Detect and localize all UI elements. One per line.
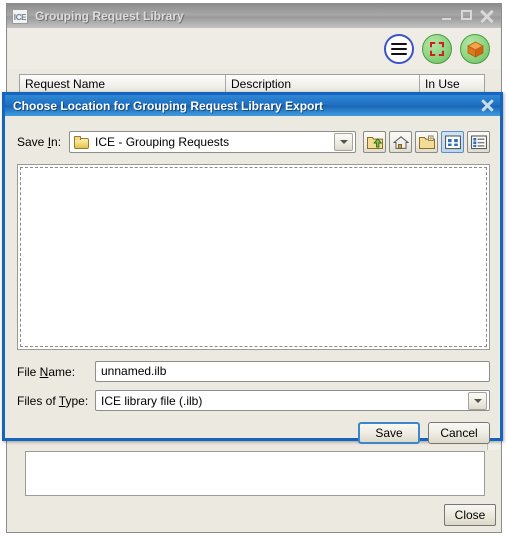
files-of-type-label: Files of Type: [17, 393, 89, 408]
save-in-label: Save In: [17, 135, 62, 149]
file-list-focus-area[interactable] [20, 167, 487, 347]
folder-up-arrow-icon[interactable] [363, 131, 386, 153]
library-detail-panel [25, 451, 485, 496]
chevron-down-icon[interactable] [334, 133, 353, 151]
save-in-value: ICE - Grouping Requests [95, 135, 230, 149]
file-name-label: File Name: [17, 364, 76, 379]
folder-icon [74, 135, 90, 149]
cancel-button[interactable]: Cancel [428, 422, 490, 444]
dialog-titlebar: Choose Location for Grouping Request Lib… [5, 95, 500, 116]
dashed-square-icon[interactable] [422, 33, 452, 64]
list-view-icon[interactable] [441, 131, 464, 153]
file-list[interactable] [17, 164, 490, 350]
details-view-icon[interactable] [467, 131, 490, 153]
close-icon[interactable] [479, 98, 496, 113]
chevron-down-icon[interactable] [468, 391, 487, 410]
file-name-input[interactable]: unnamed.ilb [95, 361, 490, 382]
app-logo-icon: ICE [12, 8, 28, 24]
minimize-icon[interactable] [439, 9, 455, 23]
close-icon[interactable] [479, 9, 495, 23]
save-in-combobox[interactable]: ICE - Grouping Requests [69, 131, 356, 153]
file-name-row: File Name: unnamed.ilb [17, 361, 490, 382]
library-toolbar [8, 28, 500, 69]
library-close-button[interactable]: Close [444, 504, 496, 526]
save-in-row: Save In: ICE - Grouping Requests [17, 130, 490, 154]
files-of-type-combobox[interactable]: ICE library file (.ilb) [95, 390, 490, 411]
window-titlebar: ICE Grouping Request Library [7, 4, 501, 28]
new-folder-icon[interactable] [415, 131, 438, 153]
home-icon[interactable] [389, 131, 412, 153]
dialog-title: Choose Location for Grouping Request Lib… [13, 98, 324, 113]
orange-box-icon[interactable] [460, 33, 490, 64]
maximize-icon[interactable] [459, 9, 475, 23]
save-file-dialog: Choose Location for Grouping Request Lib… [2, 92, 503, 444]
dialog-actions: Save Cancel [358, 422, 490, 444]
dialog-body: Save In: ICE - Grouping Requests File Na… [5, 116, 500, 444]
window-controls [439, 9, 497, 23]
save-button[interactable]: Save [358, 422, 420, 444]
hamburger-menu-icon[interactable] [384, 33, 414, 64]
files-of-type-value: ICE library file (.ilb) [101, 393, 203, 408]
files-of-type-row: Files of Type: ICE library file (.ilb) [17, 390, 490, 411]
window-title: Grouping Request Library [35, 9, 184, 23]
dialog-toolbar [363, 131, 490, 153]
